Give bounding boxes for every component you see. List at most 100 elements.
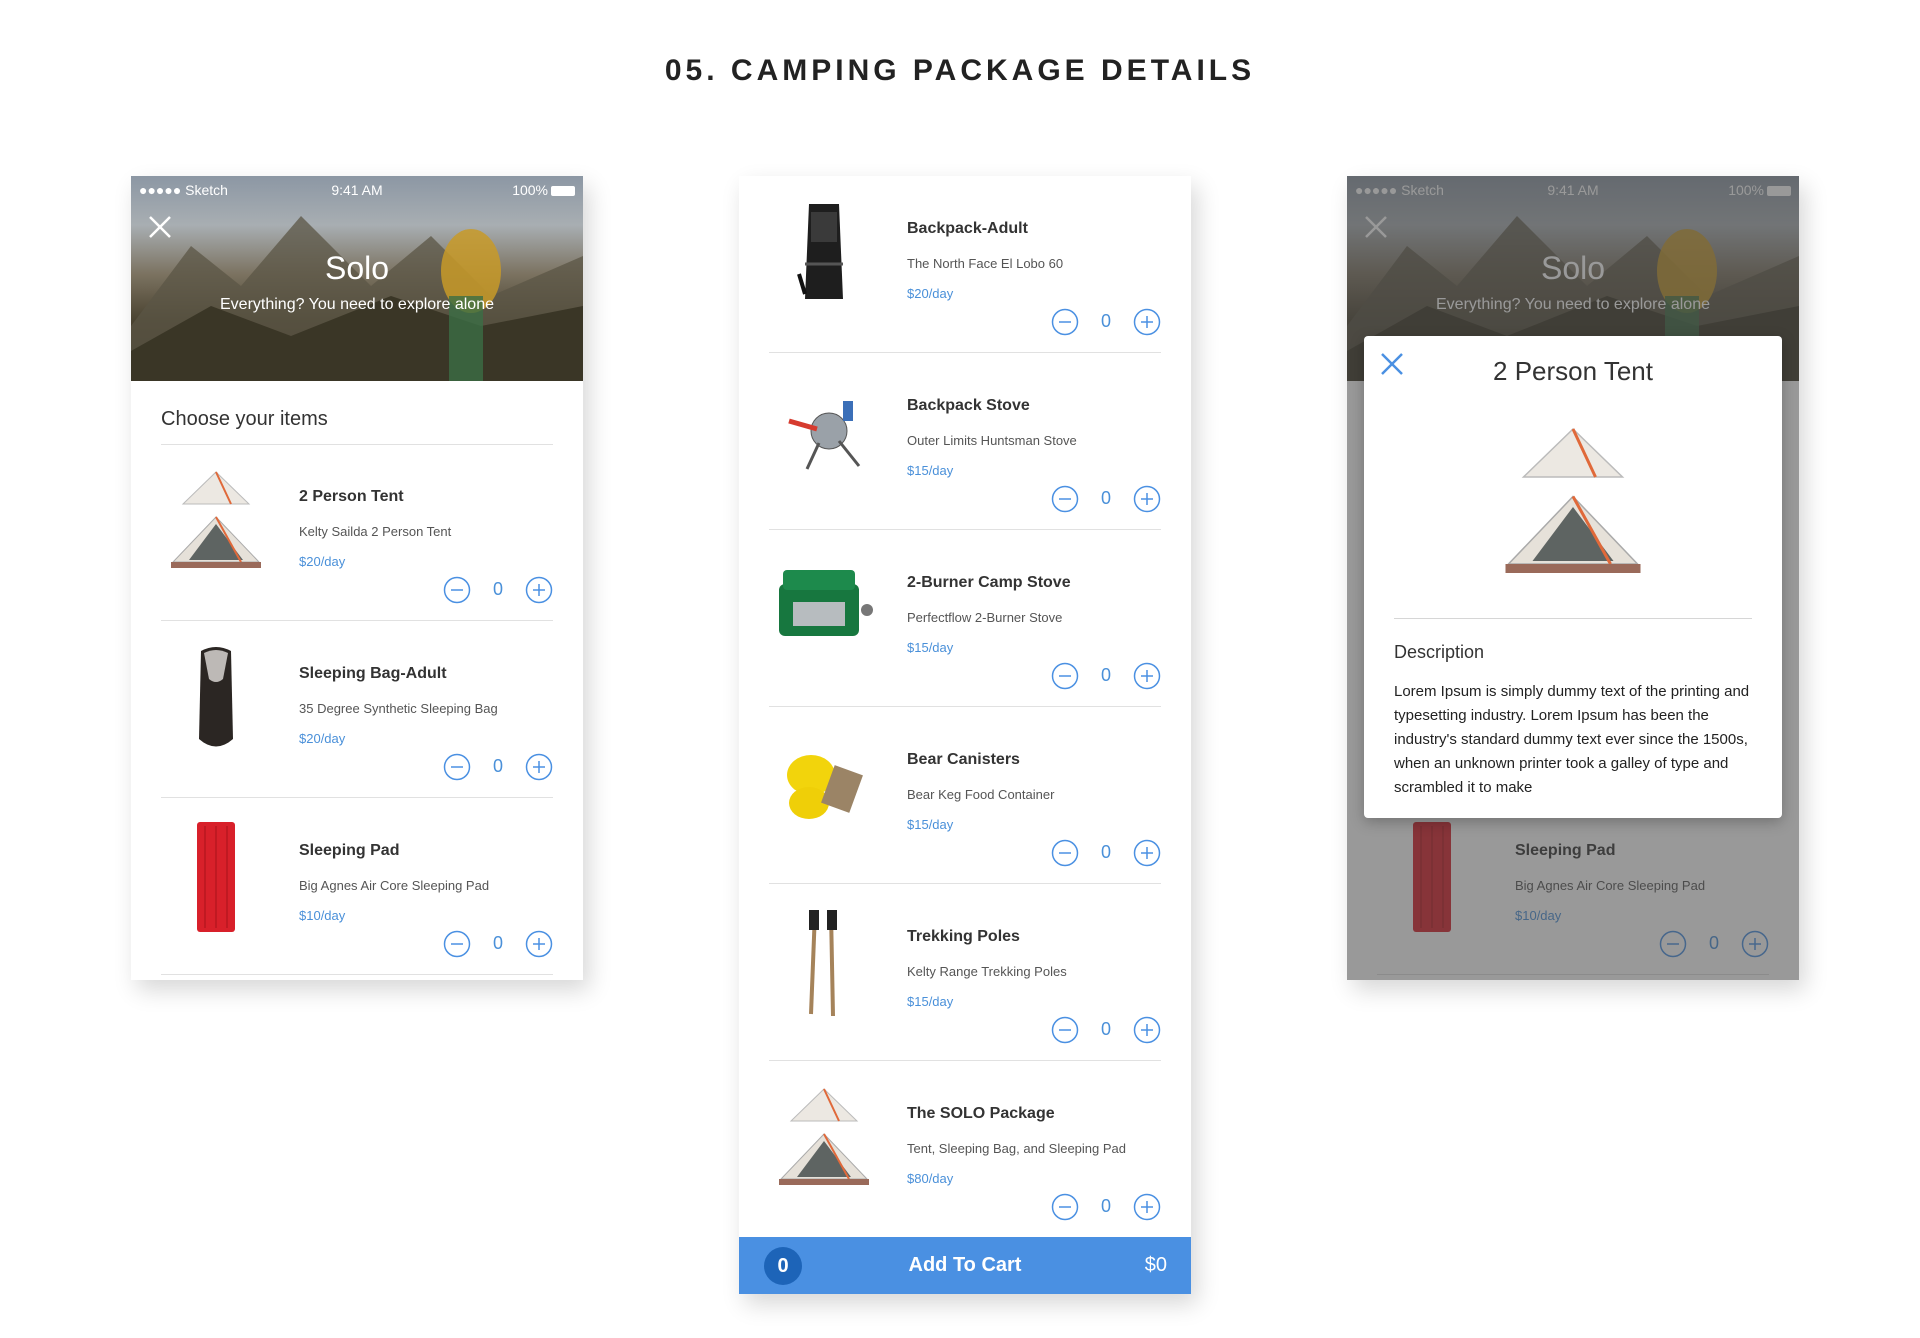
plus-circle-icon[interactable] [1133,485,1161,513]
item-detail-modal: 2 Person Tent Description Lorem Ipsum is… [1364,336,1782,818]
item-price: $20/day [299,554,346,569]
item-price: $80/day [907,1171,954,1186]
item-description: Bear Keg Food Container [907,787,1055,802]
battery-percent: 100% [512,182,548,198]
description-label: Description [1394,642,1485,662]
item-name: The SOLO Package [907,1105,1055,1122]
plus-circle-icon[interactable] [1133,662,1161,690]
package-subtitle: Everything? You need to explore alone [220,296,494,313]
item-description: Perfectflow 2-Burner Stove [907,610,1063,625]
item-description: Kelty Range Trekking Poles [907,964,1067,979]
tent-icon [161,462,271,582]
item-price: $10/day [299,908,346,923]
item-description: The North Face El Lobo 60 [907,256,1064,271]
item-name: Sleeping Pad [299,842,400,859]
plus-circle-icon[interactable] [1133,1016,1161,1044]
item-price: $15/day [907,817,954,832]
minus-circle-icon[interactable] [1051,662,1079,690]
sleeping-bag-icon [161,639,271,759]
cart-total: $0 [1144,1254,1167,1276]
item-name: 2 Person Tent [299,488,404,505]
battery-icon [551,186,575,196]
hero-banner: ●●●●● Sketch 9:41 AM 100% Solo Everythin… [131,176,583,381]
plus-circle-icon[interactable] [1133,1193,1161,1221]
list-item: Sleeping Pad Big Agnes Air Core Sleeping … [131,798,583,975]
list-item: 2 Person Tent Kelty Sailda 2 Person Tent $… [131,444,583,621]
camp-stove-icon [769,548,879,668]
item-price: $20/day [299,731,346,746]
quantity-value: 0 [1100,1019,1111,1039]
status-bar: ●●●●● Sketch 9:41 AM 100% [131,180,583,200]
quantity-stepper: 0 [1051,1016,1161,1044]
list-item: Backpack Stove Outer Limits Huntsman Stov… [739,353,1191,530]
item-name: Backpack-Adult [907,220,1028,237]
trekking-poles-icon [769,902,879,1022]
add-to-cart-label: Add To Cart [908,1254,1022,1276]
item-price: $15/day [907,640,954,655]
modal-divider [1394,618,1752,619]
item-description: Outer Limits Huntsman Stove [907,433,1077,448]
plus-circle-icon[interactable] [525,753,553,781]
quantity-stepper: 0 [1051,485,1161,513]
item-divider [161,974,553,975]
minus-circle-icon[interactable] [1051,485,1079,513]
tent-image [1478,414,1668,594]
quantity-value: 0 [1100,842,1111,862]
quantity-value: 0 [492,933,503,953]
minus-circle-icon[interactable] [1051,308,1079,336]
close-icon[interactable] [145,212,175,242]
item-price: $15/day [907,463,954,478]
item-description: Big Agnes Air Core Sleeping Pad [299,878,490,893]
quantity-stepper: 0 [443,576,553,604]
quantity-stepper: 0 [1051,839,1161,867]
quantity-stepper: 0 [1051,308,1161,336]
screen-item-list-scrolled: Backpack-Adult The North Face El Lobo 60 $… [739,176,1191,1294]
backpack-icon [769,194,879,314]
minus-circle-icon[interactable] [1051,839,1079,867]
tent-icon [769,1079,879,1199]
minus-circle-icon[interactable] [443,576,471,604]
quantity-value: 0 [1100,311,1111,331]
status-battery: 100% [512,182,575,198]
plus-circle-icon[interactable] [525,576,553,604]
plus-circle-icon[interactable] [525,930,553,958]
list-item: Bear Canisters Bear Keg Food Container $15… [739,707,1191,884]
minus-circle-icon[interactable] [1051,1193,1079,1221]
description-text: Lorem Ipsum is simply dummy text of the … [1394,683,1750,796]
package-title: Solo [324,250,390,286]
item-description: 35 Degree Synthetic Sleeping Bag [299,701,498,716]
section-title: Choose your items [161,408,328,430]
screen-item-list: ●●●●● Sketch 9:41 AM 100% Solo Everythin… [131,176,583,980]
quantity-stepper: 0 [443,753,553,781]
quantity-stepper: 0 [443,930,553,958]
minus-circle-icon[interactable] [443,930,471,958]
quantity-value: 0 [1100,488,1111,508]
item-name: Bear Canisters [907,751,1020,768]
plus-circle-icon[interactable] [1133,839,1161,867]
modal-title: 2 Person Tent [1493,356,1653,386]
item-price: $15/day [907,994,954,1009]
quantity-value: 0 [1100,665,1111,685]
list-item: Backpack-Adult The North Face El Lobo 60 $… [739,176,1191,353]
item-description: Kelty Sailda 2 Person Tent [299,524,452,539]
bear-canister-icon [769,725,879,845]
quantity-value: 0 [492,579,503,599]
list-item: Sleeping Bag-Adult 35 Degree Synthetic Sl… [131,621,583,798]
minus-circle-icon[interactable] [1051,1016,1079,1044]
item-name: 2-Burner Camp Stove [907,574,1071,591]
item-price: $20/day [907,286,954,301]
add-to-cart-button[interactable]: 0 Add To Cart $0 [739,1237,1191,1294]
minus-circle-icon[interactable] [443,753,471,781]
quantity-value: 0 [492,756,503,776]
item-name: Sleeping Bag-Adult [299,665,447,682]
quantity-stepper: 0 [1051,1193,1161,1221]
item-description: Tent, Sleeping Bag, and Sleeping Pad [907,1141,1127,1156]
sleeping-pad-icon [161,816,271,936]
page-title: 05. CAMPING PACKAGE DETAILS [664,54,1256,87]
quantity-stepper: 0 [1051,662,1161,690]
item-name: Trekking Poles [907,928,1020,945]
item-name: Backpack Stove [907,397,1030,414]
backpack-stove-icon [769,371,879,491]
screen-item-detail-modal: ●●●●● Sketch 9:41 AM 100% Solo Everythin… [1347,176,1799,980]
plus-circle-icon[interactable] [1133,308,1161,336]
